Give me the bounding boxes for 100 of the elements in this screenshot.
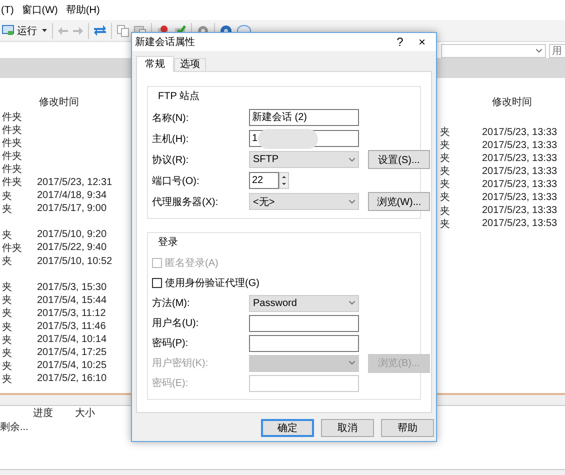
tab[interactable]: 常规 (136, 56, 174, 72)
table-cell-text: 2017/5/23, 13:33 (482, 140, 558, 151)
table-cell-text: 2017/5/3, 15:30 (37, 282, 108, 293)
table-cell-text: 2017/5/3, 11:46 (37, 321, 107, 332)
input-field[interactable]: 22 (249, 172, 279, 189)
table-cell-text: 件夹 (1, 176, 23, 190)
dialog-button[interactable]: 确定 (261, 419, 314, 437)
table-cell-text: 件夹 (1, 242, 23, 255)
caret-icon (349, 361, 355, 365)
table-cell-text: 夹 (1, 334, 13, 347)
table-cell-text: 夹 (439, 190, 451, 204)
dialog-button[interactable]: 帮助 (381, 419, 434, 437)
table-cell-text: 夹 (439, 218, 451, 231)
table-cell-text: 夹 (1, 360, 13, 373)
table-cell-text: 夹 (1, 306, 13, 320)
field-label: 用户名(U): (152, 316, 200, 330)
input-field[interactable]: 1 (249, 130, 359, 147)
dropdown[interactable]: <无> (249, 193, 359, 210)
window-title: 新建会话属性 (135, 36, 196, 49)
checkbox-label: 匿名登录(A) (165, 257, 218, 270)
table-cell-text: 夹 (439, 178, 451, 192)
monitor-icon (2, 25, 14, 36)
table-cell-text: 2017/5/4, 15:44 (37, 294, 108, 306)
table-cell-text: 2017/5/10, 10:52 (37, 256, 114, 267)
table-cell-text: 夹 (1, 346, 13, 360)
tab[interactable]: 选项 (174, 58, 206, 71)
group-title: 登录 (156, 235, 180, 249)
field-label: 代理服务器(X): (152, 196, 220, 208)
caret-icon (536, 49, 542, 53)
field-label: 密码(E): (152, 376, 190, 390)
input-field[interactable] (249, 334, 359, 352)
caret-icon (349, 301, 355, 305)
group-title: FTP 站点 (156, 89, 202, 103)
dropdown[interactable]: SFTP (249, 151, 359, 168)
field-label: 密码(P): (152, 336, 190, 350)
caret-icon[interactable] (42, 28, 47, 32)
table-cell-text: 夹 (1, 294, 13, 308)
table-cell-text: 夹 (439, 126, 451, 139)
table-cell-text: 2017/5/23, 13:33 (482, 192, 558, 203)
input-field[interactable]: 新建会话 (2) (249, 109, 359, 126)
table-cell-text: 件夹 (1, 124, 23, 138)
table-cell-text: 件夹 (1, 136, 23, 150)
column-header[interactable]: 剩余... (0, 420, 33, 434)
field-label: 方法(M): (152, 296, 191, 310)
menu-item[interactable]: 窗口(W) (22, 3, 58, 17)
table-cell-text: 夹 (1, 372, 13, 386)
table-cell-text: 夹 (439, 204, 451, 218)
run-button[interactable]: 运行 (2, 24, 37, 38)
menu-item[interactable]: 帮助(H) (66, 3, 100, 17)
table-cell-text: 夹 (1, 202, 13, 216)
user-field[interactable]: 用 (549, 44, 565, 58)
table-cell-text: 2017/4/18, 9:34 (37, 190, 108, 202)
table-cell-text: 夹 (439, 152, 451, 166)
table-cell-text: 2017/5/4, 17:25 (37, 347, 108, 358)
field-label: 端口号(O): (152, 174, 200, 188)
field-label: 名称(N): (152, 112, 190, 124)
browse-button[interactable]: 设置(S)... (368, 150, 430, 169)
table-cell-text: 2017/5/22, 9:40 (37, 242, 108, 254)
table-cell-text: 2017/5/4, 10:14 (37, 334, 108, 346)
table-cell-text: 2017/5/23, 13:33 (482, 166, 558, 177)
checkbox-label: 使用身份验证代理(G) (165, 277, 260, 290)
menu-item[interactable]: (T) (1, 4, 14, 16)
caret-icon (349, 158, 355, 162)
field-label: 协议(R): (152, 154, 190, 166)
column-header[interactable]: 修改时间 (482, 95, 565, 109)
input-field[interactable] (249, 314, 359, 332)
close-button[interactable]: × (414, 35, 430, 49)
table-cell-text: 夹 (1, 280, 13, 294)
table-cell-text: 2017/5/3, 11:12 (37, 308, 107, 319)
table-cell-text: 夹 (1, 190, 13, 203)
dialog-button[interactable]: 取消 (321, 419, 374, 437)
column-header[interactable]: 进度 (33, 406, 75, 420)
table-cell-text: 2017/5/23, 13:33 (482, 126, 558, 138)
checkbox[interactable] (152, 278, 162, 288)
table-cell-text: 夹 (439, 164, 451, 178)
caret-icon (349, 200, 355, 204)
browse-button[interactable]: 浏览(W)... (368, 192, 430, 211)
input-field[interactable] (249, 374, 359, 392)
table-cell-text: 2017/5/23, 13:33 (482, 152, 558, 164)
table-cell-text: 夹 (1, 228, 13, 242)
spinner-icon[interactable] (279, 172, 289, 189)
table-cell-text: 2017/5/2, 16:10 (37, 373, 108, 384)
help-button[interactable]: ? (392, 35, 408, 49)
table-cell-text: 2017/5/4, 10:25 (37, 360, 108, 372)
table-cell-text: 2017/5/23, 13:33 (482, 205, 558, 216)
table-cell-text: 夹 (1, 320, 13, 334)
table-cell-text: 2017/5/23, 13:53 (482, 218, 558, 230)
column-header[interactable]: 修改时间 (37, 95, 131, 109)
table-cell-text: 2017/5/23, 12:31 (37, 176, 114, 188)
table-cell-text: 件夹 (1, 150, 23, 164)
table-cell-text: 夹 (439, 138, 451, 152)
sync-icon[interactable] (94, 25, 106, 36)
dropdown[interactable]: Password (249, 294, 359, 312)
table-cell-text: 2017/5/23, 13:33 (482, 178, 558, 190)
table-cell-text: 件夹 (1, 162, 23, 176)
field-label: 主机(H): (152, 132, 190, 146)
copy-icon[interactable] (117, 24, 129, 36)
table-cell-text: 夹 (1, 254, 13, 268)
field-label: 用户密钥(K): (152, 356, 210, 370)
table-cell-text: 2017/5/17, 9:00 (37, 203, 108, 214)
